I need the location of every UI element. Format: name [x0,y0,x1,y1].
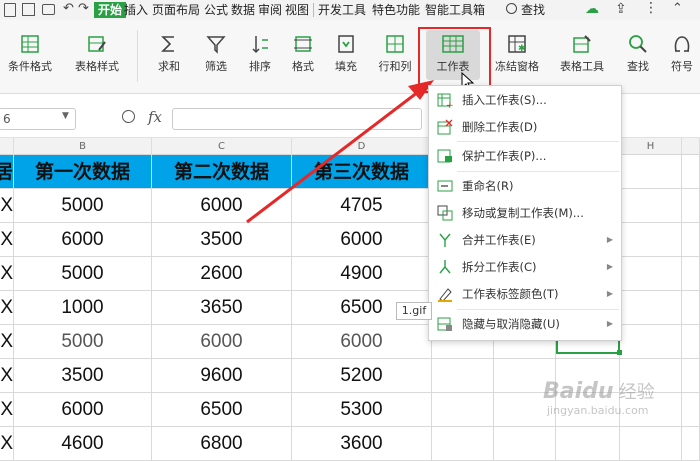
menu-item-label: 合并工作表(E) [462,233,536,247]
watermark-brand: Baidu [543,379,614,404]
file-tooltip: 1.gif [396,302,432,320]
delete-sheet-icon [437,119,453,135]
move-copy-icon [437,205,453,221]
rename-icon [437,180,453,192]
menu-item-label: 移动或复制工作表(M)... [462,206,584,220]
split-sheet-icon [439,260,451,274]
menu-item-label: 拆分工作表(C) [462,260,537,274]
menu-item-label: 隐藏与取消隐藏(U) [462,317,560,331]
watermark-sub: 经验 [618,382,655,403]
menu-item-label: 删除工作表(D) [462,120,538,134]
menu-separator [457,141,619,142]
watermark-url: jingyan.baidu.com [547,404,649,417]
menu-item-hide-unhide[interactable]: 隐藏与取消隐藏(U) ▶ [429,311,621,337]
menu-separator [457,309,619,310]
worksheet-dropdown-menu: + 插入工作表(S)... 删除工作表(D) 保护工作表(P)... 重命名(R… [428,85,622,341]
submenu-arrow-icon: ▶ [606,319,613,328]
menu-item-tab-color[interactable]: 工作表标签颜色(T) ▶ [429,281,621,307]
menu-item-protect-sheet[interactable]: 保护工作表(P)... [429,143,621,169]
submenu-arrow-icon: ▶ [606,289,613,298]
hide-unhide-icon [437,317,452,331]
svg-text:+: + [446,101,453,108]
menu-item-label: 插入工作表(S)... [462,93,547,107]
merge-sheet-icon [439,233,451,247]
menu-item-insert-sheet[interactable]: + 插入工作表(S)... [429,87,621,113]
protect-sheet-icon [437,149,452,163]
menu-item-label: 保护工作表(P)... [462,149,547,163]
submenu-arrow-icon: ▶ [606,235,613,244]
menu-item-split-sheet[interactable]: 拆分工作表(C) ▶ [429,254,621,280]
menu-item-move-copy-sheet[interactable]: 移动或复制工作表(M)... [429,200,621,226]
menu-item-label: 工作表标签颜色(T) [462,287,559,301]
menu-item-delete-sheet[interactable]: 删除工作表(D) [429,114,621,140]
submenu-arrow-icon: ▶ [606,262,613,271]
menu-item-rename[interactable]: 重命名(R) [429,173,621,199]
menu-item-label: 重命名(R) [462,179,514,193]
menu-separator [457,171,619,172]
menu-item-merge-sheets[interactable]: 合并工作表(E) ▶ [429,227,621,253]
baidu-watermark: Baidu 经验 jingyan.baidu.com [543,378,655,417]
insert-sheet-icon: + [437,93,453,108]
tab-color-icon [438,288,452,302]
